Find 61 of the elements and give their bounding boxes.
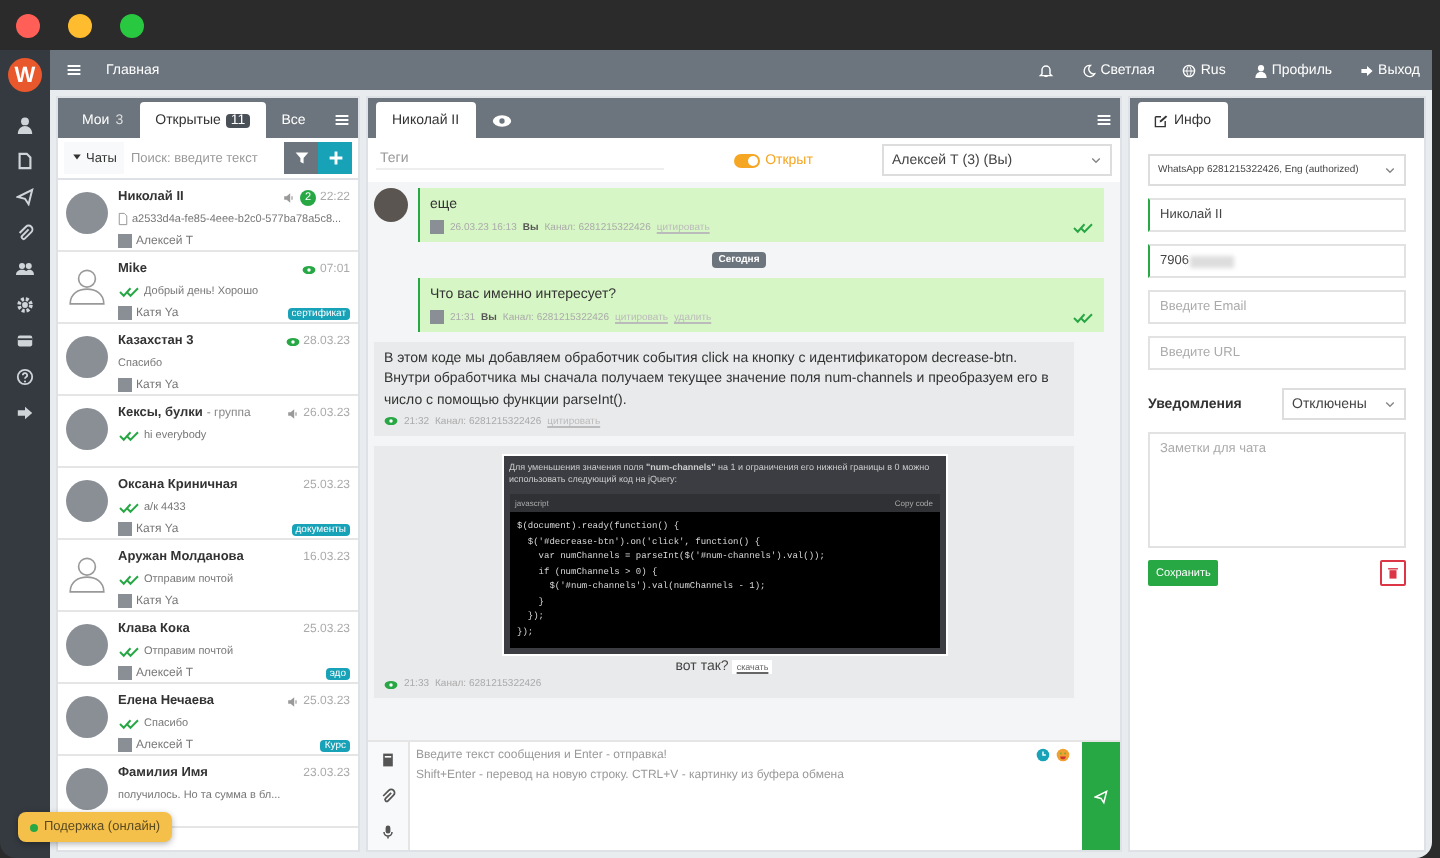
agent-avatar — [430, 310, 444, 325]
moon-icon — [1082, 63, 1097, 77]
globe-icon — [1182, 63, 1197, 77]
microphone-icon[interactable] — [380, 824, 396, 840]
filter-icon — [293, 150, 309, 166]
users-icon[interactable] — [16, 260, 34, 278]
redacted-block — [1190, 255, 1235, 267]
emoji-icon[interactable] — [1056, 748, 1070, 762]
chevron-down-icon — [1384, 398, 1396, 410]
status-toggle[interactable] — [733, 153, 760, 167]
file-icon — [118, 212, 128, 226]
eye-icon — [491, 113, 512, 127]
clock-icon[interactable] — [1036, 748, 1050, 762]
user-icon — [1253, 63, 1268, 77]
logout-icon — [1360, 63, 1375, 77]
agent-avatar — [118, 306, 132, 320]
bell-icon[interactable] — [1038, 62, 1055, 78]
book-icon[interactable] — [380, 752, 396, 768]
delete-button[interactable] — [1380, 560, 1406, 586]
paper-plane-icon — [1094, 787, 1108, 805]
add-button[interactable] — [318, 142, 352, 174]
filter-button[interactable] — [284, 142, 318, 174]
agent-avatar — [118, 234, 132, 248]
maximize-button[interactable] — [120, 13, 144, 37]
chevron-down-icon — [1090, 154, 1102, 166]
help-icon[interactable] — [16, 368, 34, 386]
agent-avatar — [118, 738, 132, 752]
agent-avatar — [118, 594, 132, 608]
double-check-icon — [118, 429, 140, 441]
settings-icon[interactable] — [16, 296, 34, 314]
user-icon[interactable] — [16, 116, 34, 134]
edit-icon — [1154, 113, 1168, 127]
close-button[interactable] — [16, 13, 40, 37]
double-check-icon — [118, 285, 140, 297]
document-icon[interactable] — [16, 152, 34, 170]
chevron-down-icon — [1384, 164, 1396, 176]
double-check-icon — [118, 573, 140, 585]
logout-icon[interactable] — [16, 404, 34, 422]
double-check-icon — [118, 501, 140, 513]
minimize-button[interactable] — [68, 13, 92, 37]
menu-icon[interactable] — [334, 112, 350, 128]
agent-avatar — [118, 522, 132, 536]
double-check-icon — [118, 717, 140, 729]
paperclip-icon[interactable] — [380, 788, 396, 804]
caret-icon — [72, 151, 82, 161]
trash-icon — [1386, 566, 1400, 580]
card-icon[interactable] — [16, 332, 34, 350]
paper-plane-icon[interactable] — [16, 188, 34, 206]
agent-avatar — [430, 220, 444, 235]
app-logo[interactable]: W — [8, 58, 42, 92]
eye-icon — [285, 335, 300, 347]
speaker-icon — [285, 695, 300, 707]
double-check-icon — [118, 645, 140, 657]
menu-icon[interactable] — [66, 62, 82, 78]
agent-avatar — [118, 378, 132, 392]
menu-icon[interactable] — [1096, 112, 1112, 128]
speaker-icon — [285, 407, 300, 419]
agent-avatar — [118, 666, 132, 680]
speaker-icon — [281, 191, 296, 203]
plus-icon — [327, 150, 343, 166]
eye-icon — [301, 263, 316, 275]
